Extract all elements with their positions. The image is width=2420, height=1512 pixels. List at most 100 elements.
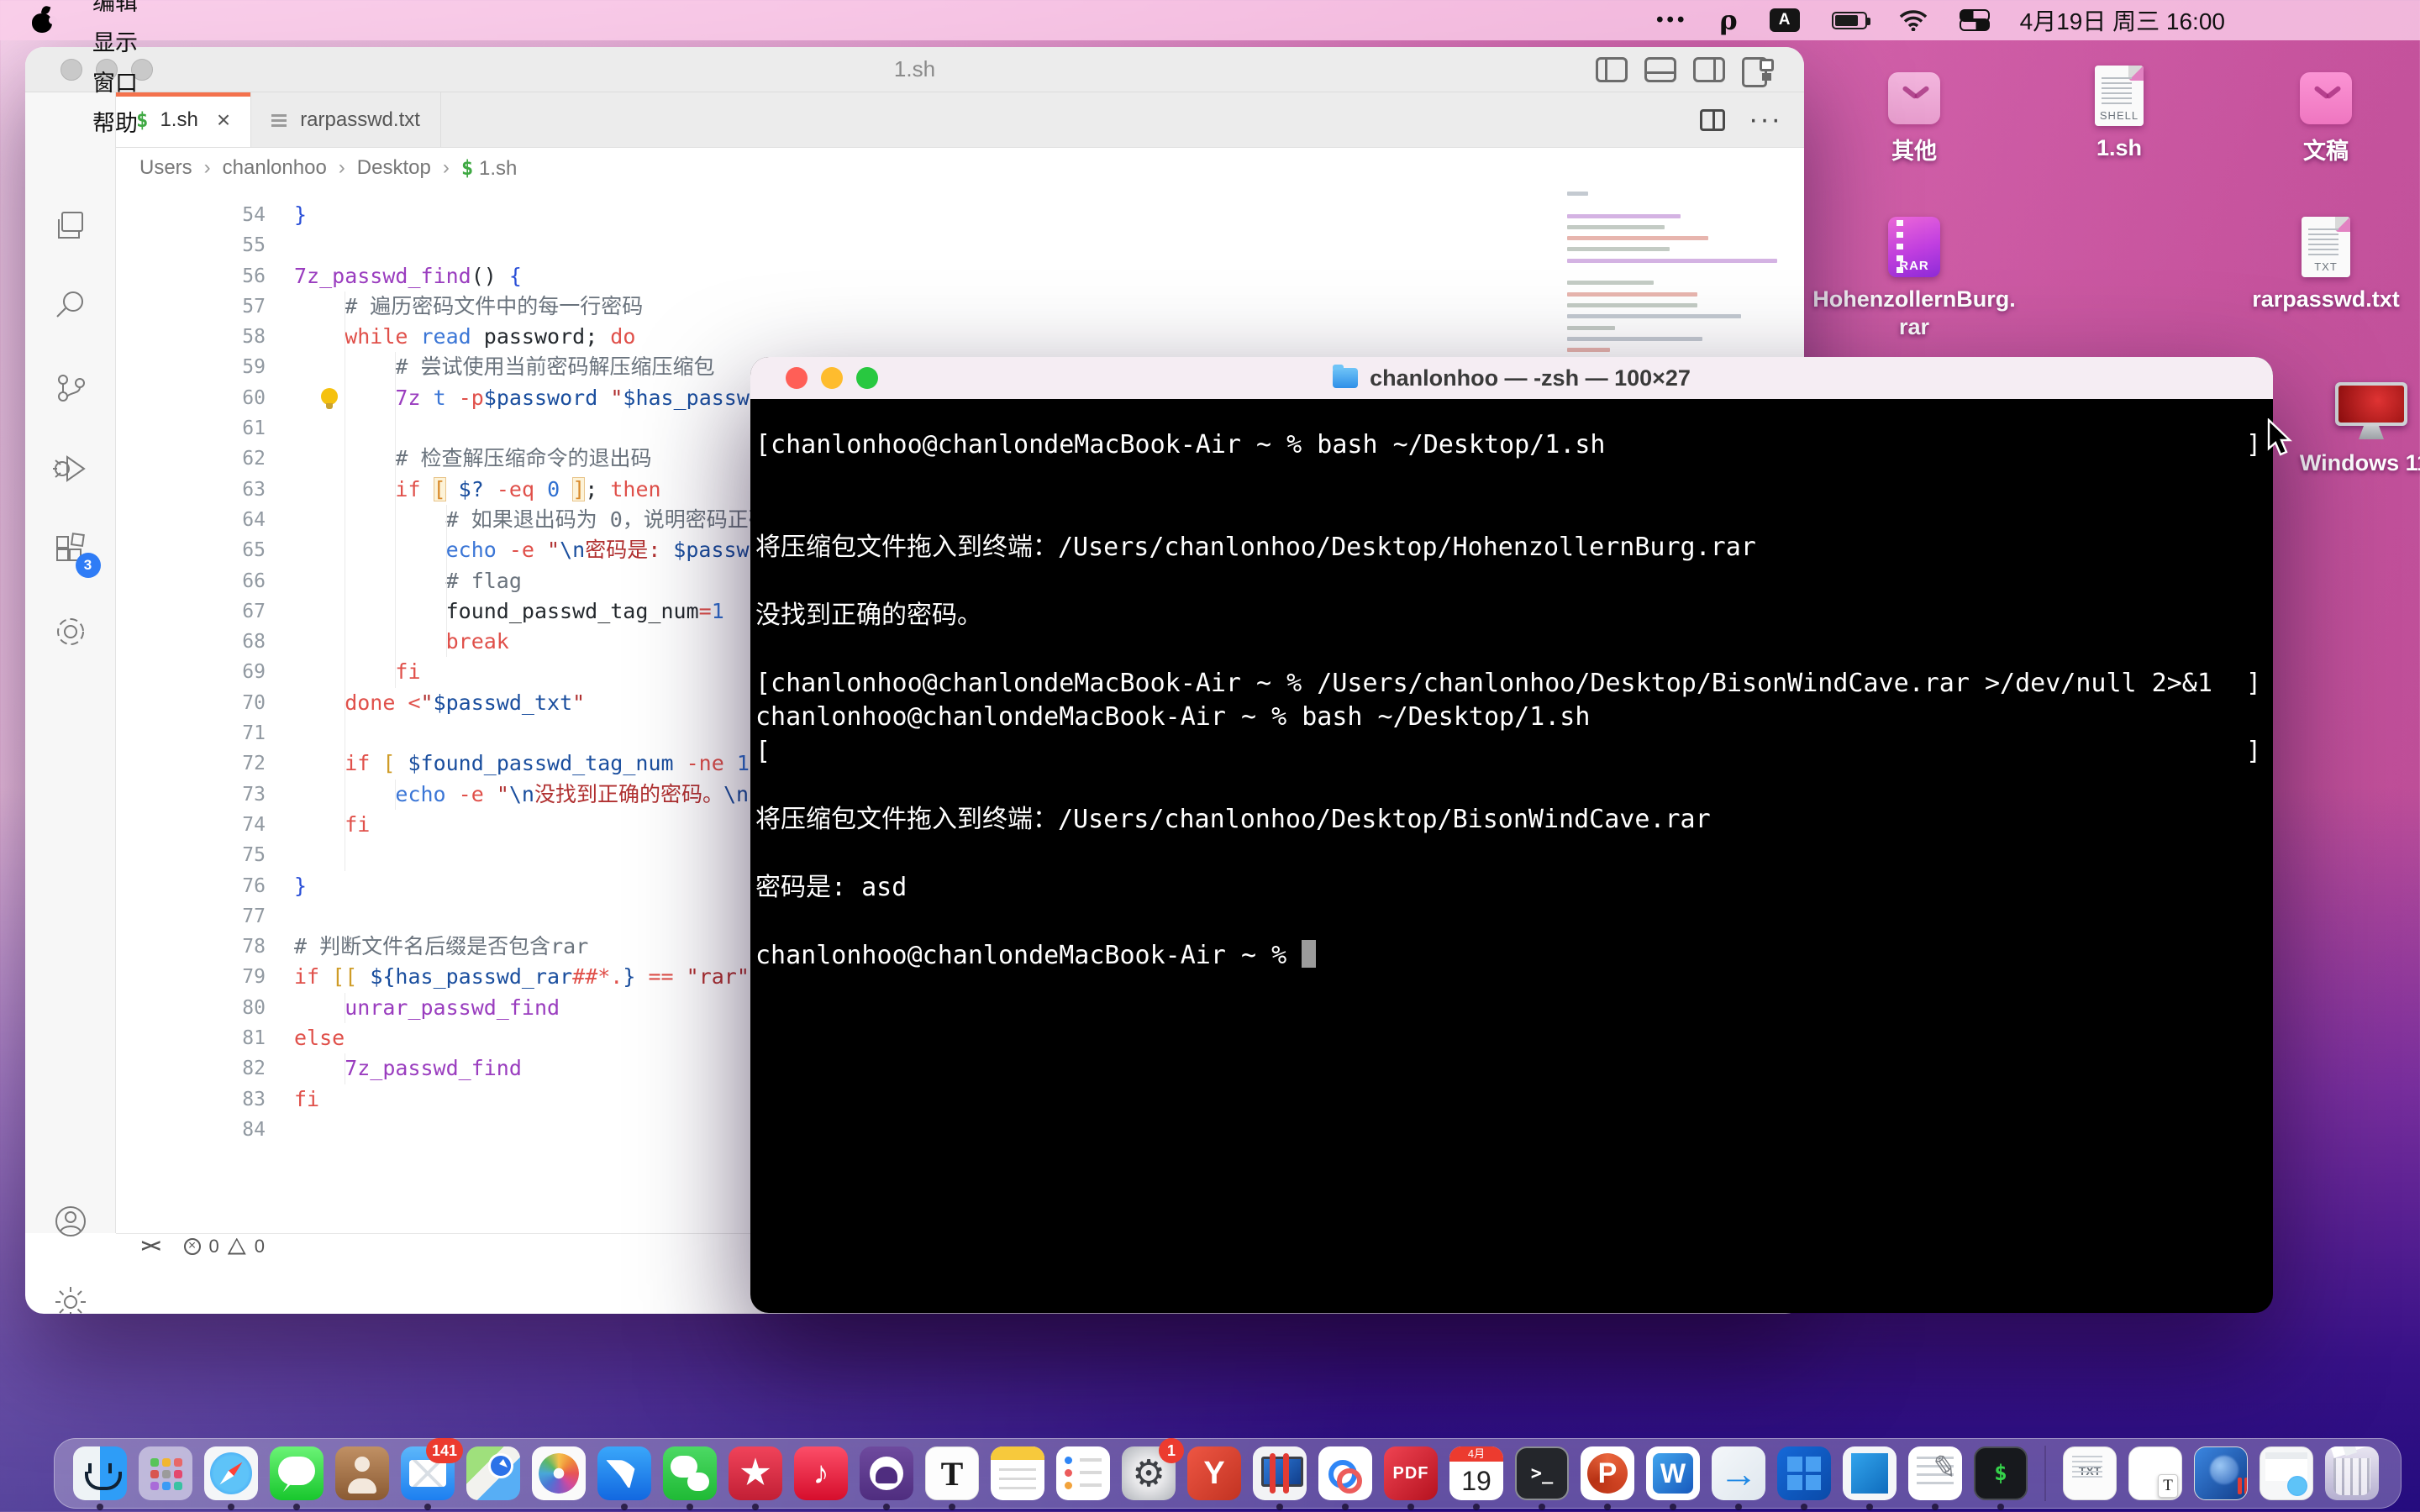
customize-layout-icon[interactable] (1742, 57, 1774, 82)
dock-item-windows11[interactable] (1777, 1446, 1831, 1500)
minimize-button[interactable] (821, 367, 843, 389)
desktop-icon-其他[interactable]: 其他 (1813, 69, 2015, 165)
tab-rarpasswd[interactable]: rarpasswd.txt (251, 92, 441, 147)
dock-item-settings[interactable]: ⚙1 (1122, 1446, 1176, 1500)
extensions-icon[interactable]: 3 (50, 531, 91, 571)
dock-item-notes[interactable] (991, 1446, 1044, 1500)
dock-item-word[interactable] (1646, 1446, 1700, 1500)
menu-items: 终端Shell编辑显示窗口帮助 (69, 0, 166, 141)
battery-icon[interactable] (1832, 12, 1867, 29)
menu-clock[interactable]: 4月19日 周三 16:00 (2020, 3, 2225, 37)
dock-item-safari[interactable] (204, 1446, 258, 1500)
control-center-icon[interactable] (1960, 9, 1988, 31)
token-kw: fi (395, 659, 420, 684)
menu-item-帮助[interactable]: 帮助 (69, 101, 166, 141)
dock-item-parallels[interactable] (1253, 1446, 1307, 1500)
dock-item-min-parallels[interactable] (2194, 1446, 2248, 1500)
dock-item-min-typora[interactable] (2128, 1446, 2182, 1500)
desktop-icon-rarpasswd.txt[interactable]: TXTrarpasswd.txt (2225, 217, 2420, 313)
apple-menu-icon[interactable] (32, 8, 54, 33)
dock-separator (2044, 1446, 2046, 1501)
token-bi: echo (395, 782, 458, 806)
code-line: 54} (116, 200, 1804, 230)
dock-item-typora[interactable]: T (925, 1446, 979, 1500)
search-icon[interactable] (50, 285, 91, 325)
token-pl (395, 751, 408, 775)
breadcrumb-item[interactable]: Desktop (357, 156, 431, 180)
pdf-expert-glyph: PDF (1393, 1464, 1429, 1483)
dock-item-min-safari[interactable] (2260, 1446, 2313, 1500)
toggle-secondary-sidebar-icon[interactable] (1693, 57, 1725, 82)
explorer-icon[interactable] (50, 206, 91, 246)
problems-indicator[interactable]: 0 0 (184, 1236, 266, 1257)
dock-item-textedit[interactable] (1908, 1446, 1962, 1500)
rings-icon (1318, 1446, 1372, 1500)
dock-item-powerpoint[interactable] (1581, 1446, 1634, 1500)
dock-item-calendar[interactable]: 4月19 (1449, 1446, 1503, 1500)
more-actions-icon[interactable]: ··· (1749, 103, 1782, 136)
token-vr: } (623, 964, 635, 989)
input-source-icon[interactable]: A (1770, 8, 1800, 32)
run-debug-icon[interactable] (50, 449, 91, 489)
token-kw: = (699, 599, 712, 623)
terminal-titlebar[interactable]: chanlonhoo — -zsh — 100×27 (750, 357, 2273, 399)
dock-item-github[interactable] (860, 1446, 913, 1500)
breadcrumb-item[interactable]: Users (139, 156, 192, 180)
zoom-button[interactable] (856, 367, 878, 389)
breadcrumb-separator: › (443, 156, 450, 180)
dock-item-pdf-expert[interactable]: PDF (1384, 1446, 1438, 1500)
token-vr: $? (459, 477, 484, 501)
dock-item-vscode[interactable] (1843, 1446, 1897, 1500)
dock-item-rings[interactable] (1318, 1446, 1372, 1500)
dock-item-transfer[interactable]: → (1712, 1446, 1765, 1500)
dock-item-contacts[interactable] (335, 1446, 389, 1500)
remote-indicator-icon[interactable]: >< (141, 1236, 159, 1257)
terminal-row (755, 496, 2268, 531)
quick-fix-lightbulb-icon[interactable] (321, 388, 338, 405)
desktop-icon-文稿[interactable]: 文稿 (2225, 69, 2420, 165)
vscode-titlebar[interactable]: 1.sh (25, 47, 1804, 92)
running-indicator (1604, 1504, 1611, 1510)
close-button[interactable] (786, 367, 808, 389)
toggle-panel-icon[interactable] (1644, 57, 1676, 82)
more-menu-icon[interactable]: ••• (1656, 8, 1687, 32)
menu-item-编辑[interactable]: 编辑 (69, 0, 166, 20)
wifi-icon[interactable] (1899, 9, 1928, 31)
dock-item-maps[interactable] (466, 1446, 520, 1500)
dock-item-launchpad[interactable] (139, 1446, 192, 1500)
dock-item-finder[interactable] (73, 1446, 127, 1500)
dock-item-photos[interactable] (532, 1446, 586, 1500)
accounts-icon[interactable] (50, 1201, 91, 1242)
menu-item-显示[interactable]: 显示 (69, 20, 166, 60)
dock-item-music[interactable]: ♪ (794, 1446, 848, 1500)
dock-item-thunder[interactable] (597, 1446, 651, 1500)
dock-item-terminal[interactable]: >_ (1515, 1446, 1569, 1500)
dock-item-min-txt[interactable]: TXT (2063, 1446, 2117, 1500)
dock-item-git[interactable]: Y (1187, 1446, 1241, 1500)
breadcrumb-file[interactable]: $ 1.sh (461, 156, 518, 181)
dock-item-messages[interactable] (270, 1446, 324, 1500)
dock-item-wunderlist[interactable] (729, 1446, 782, 1500)
min-safari-icon (2260, 1446, 2313, 1500)
menu-item-窗口[interactable]: 窗口 (69, 60, 166, 101)
line-number: 60 (116, 383, 266, 413)
desktop-icon-HohenzollernBurg.-rar[interactable]: RARHohenzollernBurg. rar (1813, 217, 2015, 341)
source-control-icon[interactable] (50, 368, 91, 408)
settings-gear-icon[interactable] (50, 1282, 91, 1314)
desktop-icon-1.sh[interactable]: SHELL1.sh (2018, 66, 2220, 162)
warnings-count: 0 (255, 1236, 265, 1257)
dock-item-reminders[interactable] (1056, 1446, 1110, 1500)
line-number: 61 (116, 413, 266, 444)
chatgpt-extension-icon[interactable] (50, 612, 91, 652)
dock-item-trash[interactable] (2325, 1446, 2379, 1500)
breadcrumb-item[interactable]: chanlonhoo (223, 156, 327, 180)
toggle-sidebar-icon[interactable] (1596, 57, 1628, 82)
dock-item-mail[interactable]: 141 (401, 1446, 455, 1500)
dock-item-wechat[interactable] (663, 1446, 717, 1500)
paragon-icon[interactable]: ρ (1719, 4, 1737, 36)
terminal-content[interactable]: [chanlonhoo@chanlondeMacBook-Air ~ % bas… (750, 399, 2273, 973)
split-editor-icon[interactable] (1700, 109, 1725, 131)
dock-item-iterm[interactable]: $ (1974, 1446, 2028, 1500)
music-icon: ♪ (794, 1446, 848, 1500)
tab-close-icon[interactable]: × (217, 107, 230, 134)
